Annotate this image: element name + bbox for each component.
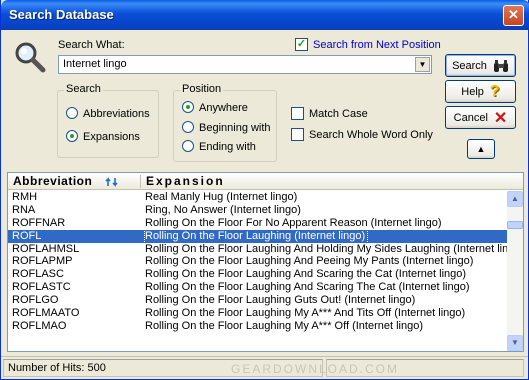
search-input[interactable]: Internet lingo ▼	[58, 55, 432, 74]
hits-count: Number of Hits: 500	[8, 362, 106, 374]
dropdown-arrow-icon[interactable]: ▼	[415, 57, 430, 72]
expansion-cell: Rolling On the Floor Laughing And Scarin…	[145, 268, 467, 281]
match-case-checkbox[interactable]	[291, 107, 304, 120]
vertical-scrollbar[interactable]: ▲ ▼	[507, 191, 523, 351]
table-row[interactable]: RMH Real Manly Hug (Internet lingo)	[8, 191, 507, 204]
search-button[interactable]: Search	[445, 54, 516, 77]
abbreviations-radio[interactable]	[66, 107, 78, 119]
search-from-next-checkbox[interactable]: ✓	[295, 38, 308, 51]
table-row[interactable]: ROFLMAO Rolling On the Floor Laughing My…	[8, 320, 507, 333]
search-group-title: Search	[64, 83, 103, 95]
beginning-with-label[interactable]: Beginning with	[199, 122, 271, 134]
table-row[interactable]: ROFLAPMP Rolling On the Floor Laughing A…	[8, 255, 507, 268]
table-row[interactable]: ROFFNAR Rolling On the Floor For No Appa…	[8, 217, 507, 230]
column-separator[interactable]	[140, 175, 141, 188]
abbreviation-cell: RMH	[12, 191, 38, 203]
table-row-selected[interactable]: ROFL Rolling On the Floor Laughing (Inte…	[8, 228, 507, 244]
table-row[interactable]: ROFLMAATO Rolling On the Floor Laughing …	[8, 307, 507, 320]
anywhere-radio[interactable]	[182, 101, 194, 113]
expansion-cell: Rolling On the Floor Laughing And Scarin…	[145, 281, 470, 294]
help-button-label: Help	[461, 85, 484, 98]
abbreviation-cell: ROFL	[12, 229, 42, 242]
expansion-cell: Rolling On the Floor Laughing Guts Out! …	[145, 294, 416, 307]
position-group-title: Position	[180, 83, 224, 95]
abbreviations-label[interactable]: Abbreviations	[83, 108, 150, 120]
question-icon: ?	[489, 82, 500, 100]
scroll-up-button[interactable]: ▲	[507, 191, 523, 207]
sort-arrows-icon[interactable]	[105, 175, 119, 189]
expansion-cell: Rolling On the Floor For No Apparent Rea…	[145, 216, 442, 229]
abbreviation-cell: ROFLASC	[12, 268, 64, 281]
expansion-cell: Rolling On the Floor Laughing My A*** Of…	[145, 319, 424, 332]
table-row[interactable]: ROFLASC Rolling On the Floor Laughing An…	[8, 268, 507, 281]
collapse-up-icon: ▲	[476, 144, 486, 154]
collapse-button[interactable]: ▲	[467, 139, 495, 159]
search-mode-group: Search	[57, 83, 159, 158]
window-title: Search Database	[9, 7, 114, 22]
table-row[interactable]: ROFLAHMSL Rolling On the Floor Laughing …	[8, 242, 514, 256]
scroll-down-button[interactable]: ▼	[507, 335, 523, 351]
expansion-cell: Real Manly Hug (Internet lingo)	[145, 191, 298, 203]
anywhere-label[interactable]: Anywhere	[199, 102, 248, 114]
whole-word-label[interactable]: Search Whole Word Only	[309, 129, 433, 141]
abbreviation-cell: ROFLASTC	[12, 281, 71, 294]
column-header-abbreviation[interactable]: Abbreviation	[13, 173, 92, 190]
search-what-label: Search What:	[58, 39, 125, 51]
column-header-expansion[interactable]: Expansion	[146, 173, 225, 190]
scroll-thumb[interactable]	[507, 221, 523, 229]
expansion-cell: Rolling On the Floor Laughing And Peeing…	[145, 255, 474, 268]
abbreviation-cell: RNA	[12, 203, 36, 216]
abbreviation-cell: ROFLMAO	[12, 319, 67, 332]
close-button[interactable]: ✕	[503, 5, 524, 26]
abbreviation-cell: ROFLGO	[12, 294, 59, 307]
abbreviation-cell: ROFLAPMP	[12, 255, 73, 268]
search-input-value: Internet lingo	[63, 58, 127, 70]
expansion-cell: Rolling On the Floor Laughing (Internet …	[143, 228, 369, 244]
cancel-button[interactable]: Cancel ✕	[445, 106, 516, 129]
match-case-label[interactable]: Match Case	[309, 108, 368, 120]
expansion-cell: Rolling On the Floor Laughing And Holdin…	[145, 242, 515, 255]
ending-with-label[interactable]: Ending with	[199, 141, 256, 153]
beginning-with-radio[interactable]	[182, 121, 194, 133]
abbreviation-cell: ROFLMAATO	[12, 307, 80, 320]
abbreviation-cell: ROFLAHMSL	[12, 242, 80, 255]
whole-word-checkbox[interactable]	[291, 128, 304, 141]
table-row[interactable]: ROFLASTC Rolling On the Floor Laughing A…	[8, 281, 507, 294]
table-row[interactable]: ROFLGO Rolling On the Floor Laughing Gut…	[8, 294, 507, 307]
magnifier-icon	[13, 40, 47, 74]
cancel-button-label: Cancel	[453, 111, 488, 124]
help-button[interactable]: Help ?	[445, 80, 516, 103]
abbreviation-cell: ROFFNAR	[12, 216, 66, 229]
table-header: Abbreviation Expansion	[8, 173, 523, 190]
search-database-window: Search Database ✕ Search What: ✓ Search …	[0, 0, 529, 380]
results-table[interactable]: Abbreviation Expansion RMH Real Manly Hu…	[7, 172, 524, 352]
table-row[interactable]: RNA Ring, No Answer (Internet lingo)	[8, 204, 507, 217]
red-x-icon: ✕	[493, 109, 508, 127]
expansion-cell: Rolling On the Floor Laughing My A*** An…	[145, 307, 466, 320]
ending-with-radio[interactable]	[182, 140, 194, 152]
close-icon: ✕	[508, 7, 519, 22]
expansion-cell: Ring, No Answer (Internet lingo)	[145, 203, 301, 216]
expansions-radio[interactable]	[66, 130, 78, 142]
search-button-label: Search	[452, 59, 487, 72]
search-from-next-label[interactable]: Search from Next Position	[313, 39, 441, 51]
watermark-text: GEARDOWNLOAD.COM	[231, 362, 400, 376]
title-bar[interactable]: Search Database ✕	[1, 0, 529, 30]
expansions-label[interactable]: Expansions	[83, 131, 140, 143]
binoculars-icon	[493, 59, 508, 72]
table-rows: RMH Real Manly Hug (Internet lingo) RNA …	[8, 191, 514, 333]
